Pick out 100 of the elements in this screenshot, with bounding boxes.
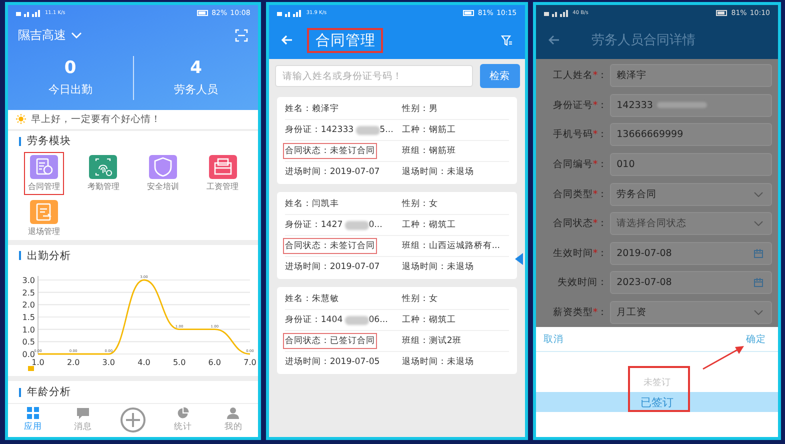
input-field[interactable]: 赖泽宇 [610, 64, 772, 88]
field-label: 工人姓名 [552, 70, 593, 82]
tab-bar-item[interactable]: 应用 [8, 407, 58, 434]
worker-card[interactable]: 姓名：朱慧敏 性别：女 身份证：1404 06... 工种：砌筑工 合同状态：已签订合同 班组：测试2班 进场时间：2019-07-05 退场时间：未退场 [277, 287, 517, 374]
y-axis-label: 0.0 [22, 350, 35, 360]
card-field: 进场时间：2019-07-07 [282, 164, 382, 180]
signal-icon [16, 10, 42, 16]
card-field: 5... [380, 125, 394, 135]
required-mark: * [592, 129, 598, 140]
filter-icon[interactable] [500, 34, 513, 46]
picker-option[interactable]: 已签订 [536, 392, 778, 412]
card-field: 性别：男 [400, 101, 440, 117]
y-axis-label: 2.5 [22, 288, 35, 298]
module-tile[interactable]: 考勤管理 [83, 152, 124, 196]
battery-icon [196, 10, 209, 16]
stat-value: 0 [64, 58, 76, 78]
contract-icon [30, 155, 58, 180]
required-mark: * [592, 159, 598, 170]
confirm-button[interactable]: 确定 [740, 332, 772, 347]
wallet-icon [208, 155, 237, 180]
card-field: 合同状态：已签订合同 [282, 333, 377, 349]
tab-bar-item[interactable]: 统计 [158, 407, 208, 434]
tab-bar-item[interactable]: 消息 [58, 407, 108, 434]
search-field[interactable]: 请输入姓名或身份证号码！ [275, 65, 473, 87]
input-field[interactable]: 月工资 [610, 301, 772, 324]
stat-value: 4 [190, 58, 202, 78]
triangle-pointer-icon [514, 253, 523, 265]
y-axis-label: 2.0 [22, 301, 35, 310]
x-axis-label: 5.0 [172, 358, 186, 368]
card-field: 进场时间：2019-07-07 [282, 259, 382, 275]
cancel-button[interactable]: 取消 [538, 332, 570, 347]
input-field[interactable]: 劳务合同 [610, 182, 772, 206]
page-title: 劳务人员合同详情 [592, 32, 696, 49]
blurred-mask [344, 220, 369, 230]
card-field: 班组：钢筋班 [400, 143, 458, 159]
y-axis-label: 3.0 [22, 276, 35, 286]
section-title: 出勤分析 [27, 248, 71, 263]
card-field: 工种：砌筑工 [400, 217, 458, 233]
page-title: 合同管理 [307, 28, 384, 52]
section-title: 劳务模块 [27, 134, 71, 148]
greeting-text: 早上好，一定要有个好心情！ [31, 112, 161, 126]
legend-swatch [28, 366, 34, 372]
x-axis-label: 6.0 [208, 358, 222, 368]
y-axis-label: 1.5 [22, 313, 35, 322]
required-mark: * [592, 218, 598, 230]
battery-icon [716, 10, 728, 16]
worker-card[interactable]: 姓名：闫凯丰 性别：女 身份证：1427 0... 工种：砌筑工 合同状态：未签订合同 班组：山西运城路桥有... 进场时间：2019-07-07 退场时间：未退场 [277, 192, 517, 279]
field-colon: ： [598, 188, 608, 200]
field-colon: ： [598, 307, 608, 318]
field-label: 手机号码 [552, 129, 593, 140]
input-field[interactable]: 请选择合同状态 [610, 212, 772, 236]
chevron-down-icon[interactable] [71, 32, 82, 39]
module-tile[interactable]: 合同管理 [24, 152, 64, 196]
tab-bar-item[interactable]: 我的 [208, 407, 258, 434]
user-icon [227, 407, 240, 420]
required-mark: * [592, 188, 598, 200]
blurred-mask [344, 316, 369, 324]
required-mark: * [592, 307, 598, 318]
add-icon [120, 407, 146, 434]
x-axis-label: 1.0 [32, 358, 44, 368]
required-mark: * [592, 248, 598, 259]
field-label: 身份证号 [552, 100, 593, 111]
section-title: 年龄分析 [27, 385, 71, 400]
field-colon: ： [598, 159, 608, 170]
module-tile[interactable]: 退场管理 [24, 197, 64, 240]
back-arrow-icon[interactable] [548, 35, 560, 45]
card-field: 进场时间：2019-07-05 [282, 354, 382, 370]
scan-icon[interactable] [235, 29, 248, 42]
field-colon: ： [598, 218, 608, 230]
card-field: 工种：钢筋工 [400, 122, 458, 138]
chevron-down-icon [754, 192, 763, 197]
signal-icon [277, 10, 304, 16]
card-field: 退场时间：未退场 [400, 259, 476, 275]
field-label: 合同类型 [552, 188, 593, 200]
card-field: 姓名：赖泽宇 [282, 101, 341, 117]
y-axis-label: 0.5 [22, 338, 35, 348]
module-tile[interactable]: 工资管理 [202, 152, 243, 196]
pie-chart-icon [177, 407, 190, 420]
worker-card[interactable]: 姓名：赖泽宇 性别：男 身份证：142333 5... 工种：钢筋工 合同状态：未签订合同 班组：钢筋班 进场时间：2019-07-07 退场时间：未退场 [277, 97, 517, 184]
card-field: 性别：女 [400, 196, 440, 212]
signal-icon [544, 10, 570, 16]
field-colon: ： [598, 70, 608, 82]
input-field[interactable]: 010 [610, 153, 772, 176]
module-tile[interactable]: 安全培训 [142, 152, 183, 196]
card-field: 06... [368, 315, 388, 325]
card-field: 姓名：朱慧敏 [282, 291, 341, 307]
card-field: 0... [368, 220, 382, 230]
x-axis-label: 3.0 [102, 358, 116, 368]
search-button[interactable]: 检索 [480, 64, 520, 88]
input-field[interactable]: 2019-07-08 [610, 242, 772, 265]
input-field[interactable]: 2023-07-08 [610, 271, 772, 294]
field-label: 合同状态 [552, 218, 593, 230]
field-label: 合同编号 [552, 159, 593, 170]
card-field: 合同状态：未签订合同 [282, 143, 377, 159]
input-field[interactable]: 13666669999 [610, 123, 772, 146]
input-field[interactable]: 142333 [610, 94, 772, 117]
field-colon: ： [598, 248, 608, 259]
project-selector[interactable]: 隰吉高速 [18, 27, 66, 44]
chevron-down-icon [754, 310, 763, 316]
field-label: 失效时间 [558, 277, 598, 288]
